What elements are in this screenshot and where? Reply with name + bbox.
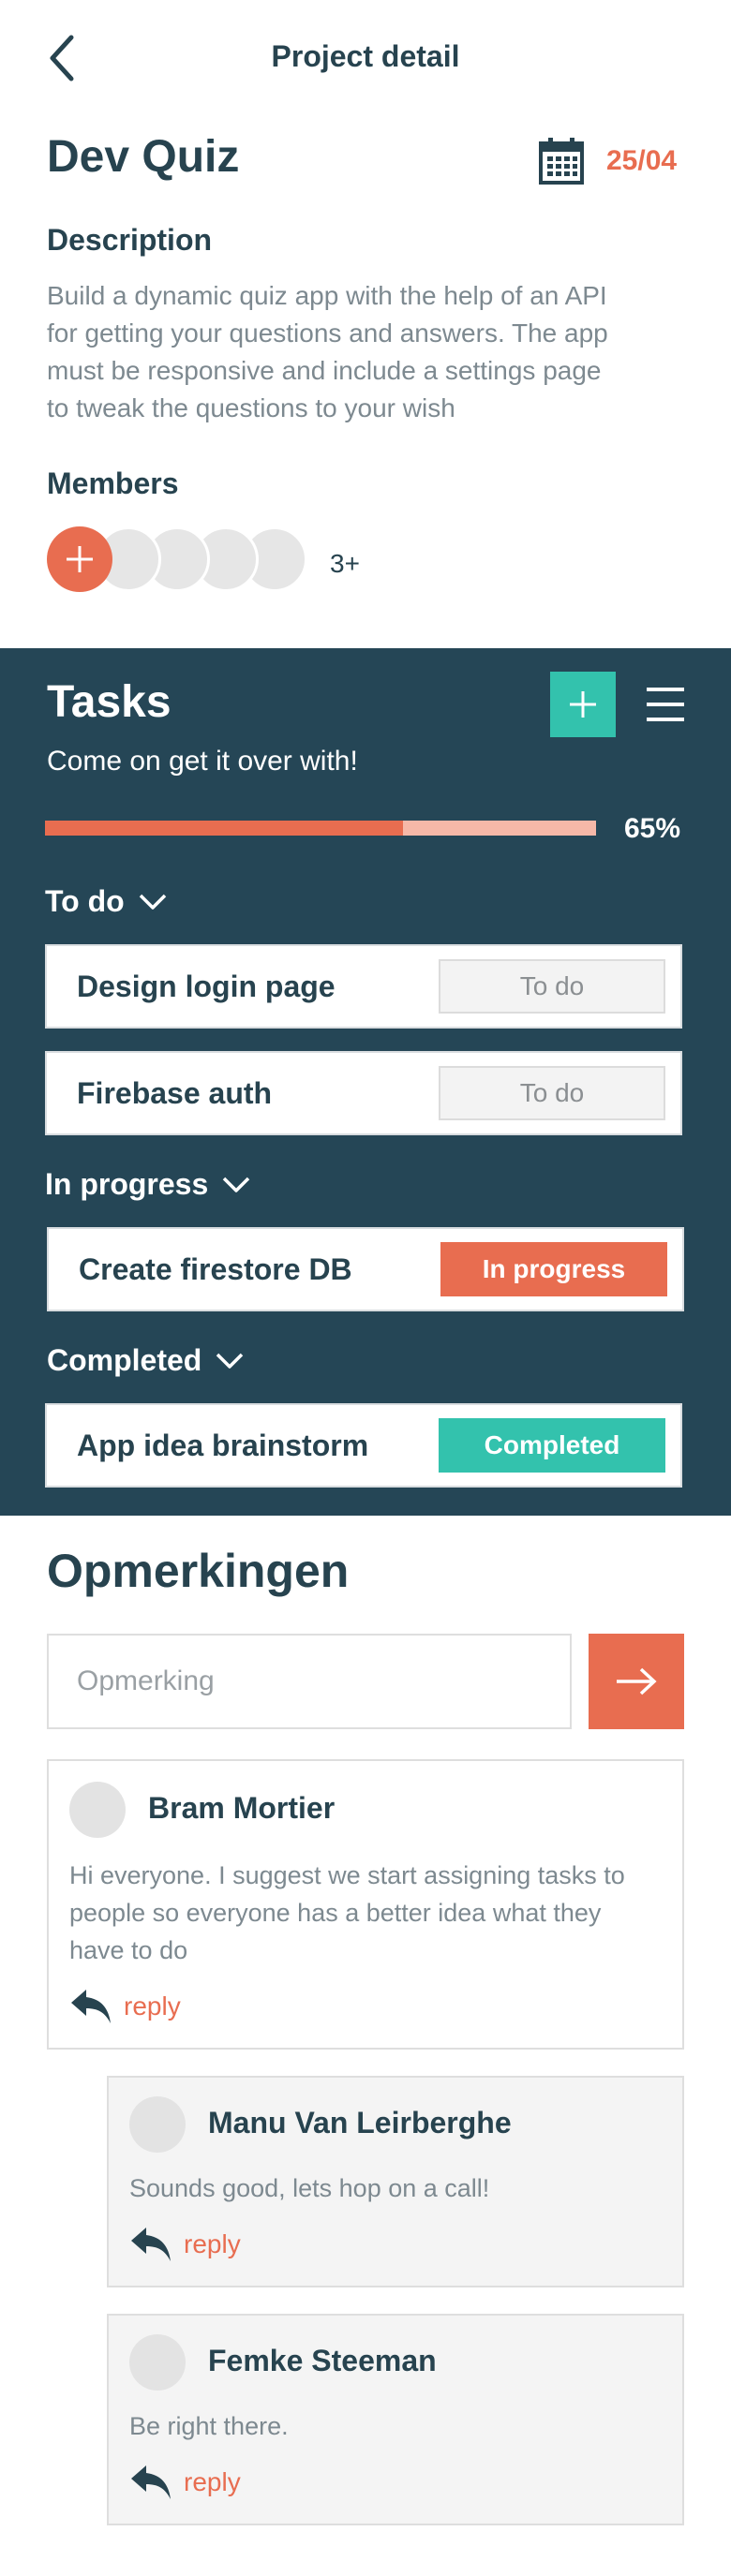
add-task-button[interactable]	[550, 672, 616, 737]
task-card[interactable]: App idea brainstorm Completed	[45, 1403, 682, 1488]
task-card[interactable]: Firebase auth To do	[45, 1051, 682, 1135]
chevron-down-icon	[216, 1353, 244, 1369]
comment-input[interactable]	[47, 1634, 572, 1729]
avatar	[129, 2096, 186, 2153]
description-line: to tweak the questions to your wish	[47, 393, 455, 422]
description-heading: Description	[47, 223, 213, 257]
comment-author: Manu Van Leirberghe	[208, 2106, 512, 2139]
chevron-down-icon	[139, 894, 166, 910]
comment-line: Be right there.	[129, 2412, 289, 2440]
reply-arrow-icon	[131, 2228, 171, 2261]
task-menu-button[interactable]	[645, 684, 686, 725]
project-description: Build a dynamic quiz app with the help o…	[47, 277, 647, 427]
comment-card: Bram Mortier Hi everyone. I suggest we s…	[47, 1759, 684, 2050]
due-date: 25/04	[606, 145, 678, 176]
plus-icon	[570, 691, 596, 718]
task-name: App idea brainstorm	[77, 1428, 369, 1462]
group-header-in-progress[interactable]: In progress	[45, 1167, 251, 1202]
reply-label: reply	[124, 1991, 181, 2021]
task-name: Firebase auth	[77, 1075, 273, 1110]
progress-bar-fill	[45, 821, 404, 836]
group-header-completed[interactable]: Completed	[47, 1343, 245, 1378]
tasks-title: Tasks	[47, 677, 172, 727]
group-label: To do	[45, 884, 125, 918]
reply-label: reply	[184, 2467, 241, 2496]
members-list	[47, 526, 422, 592]
task-card[interactable]: Design login page To do	[45, 944, 682, 1029]
group-label: In progress	[45, 1167, 209, 1201]
reply-arrow-icon	[71, 1990, 111, 2023]
send-comment-button[interactable]	[589, 1634, 684, 1729]
status-badge[interactable]: To do	[439, 959, 665, 1014]
comment-line: people so everyone has a better idea wha…	[69, 1899, 602, 1927]
task-name: Create firestore DB	[79, 1251, 352, 1286]
comment-line: have to do	[69, 1936, 188, 1964]
project-name: Dev Quiz	[47, 132, 240, 182]
description-line: Build a dynamic quiz app with the help o…	[47, 281, 607, 310]
tasks-subtitle: Come on get it over with!	[47, 746, 358, 777]
add-member-button[interactable]	[47, 526, 112, 592]
reply-label: reply	[184, 2229, 241, 2258]
arrow-right-icon	[617, 1667, 657, 1695]
calendar-icon	[538, 137, 585, 185]
task-name: Design login page	[77, 969, 336, 1003]
comment-line: Sounds good, lets hop on a call!	[129, 2174, 490, 2202]
comment-text: Hi everyone. I suggest we start assignin…	[69, 1857, 669, 1969]
status-badge[interactable]: In progress	[440, 1242, 667, 1296]
comments-title: Opmerkingen	[47, 1545, 350, 1597]
description-line: for getting your questions and answers. …	[47, 318, 608, 348]
comment-text: Sounds good, lets hop on a call!	[129, 2169, 673, 2207]
page-title: Project detail	[271, 39, 460, 73]
group-label: Completed	[47, 1343, 202, 1377]
members-heading: Members	[47, 466, 179, 500]
progress-label: 65%	[624, 813, 681, 844]
chevron-down-icon	[223, 1177, 250, 1192]
group-header-todo[interactable]: To do	[45, 884, 168, 919]
comment-line: Hi everyone. I suggest we start assignin…	[69, 1861, 625, 1889]
reply-button[interactable]: reply	[129, 2226, 241, 2263]
reply-button[interactable]: reply	[129, 2464, 241, 2501]
comment-card: Manu Van Leirberghe Sounds good, lets ho…	[107, 2076, 684, 2287]
comment-text: Be right there.	[129, 2407, 673, 2445]
avatar	[129, 2334, 186, 2391]
description-line: must be responsive and include a setting…	[47, 356, 602, 385]
task-card[interactable]: Create firestore DB In progress	[47, 1227, 684, 1311]
hamburger-menu-icon	[647, 688, 684, 721]
comment-card: Femke Steeman Be right there. reply	[107, 2314, 684, 2525]
comment-author: Femke Steeman	[208, 2344, 437, 2377]
reply-arrow-icon	[131, 2465, 171, 2499]
progress-bar	[45, 821, 596, 836]
members-more-count[interactable]: 3+	[330, 549, 360, 579]
status-badge[interactable]: Completed	[439, 1418, 665, 1473]
reply-button[interactable]: reply	[69, 1988, 181, 2025]
plus-icon	[67, 546, 93, 572]
comment-author: Bram Mortier	[148, 1791, 336, 1825]
avatar	[69, 1782, 126, 1838]
status-badge[interactable]: To do	[439, 1066, 665, 1120]
